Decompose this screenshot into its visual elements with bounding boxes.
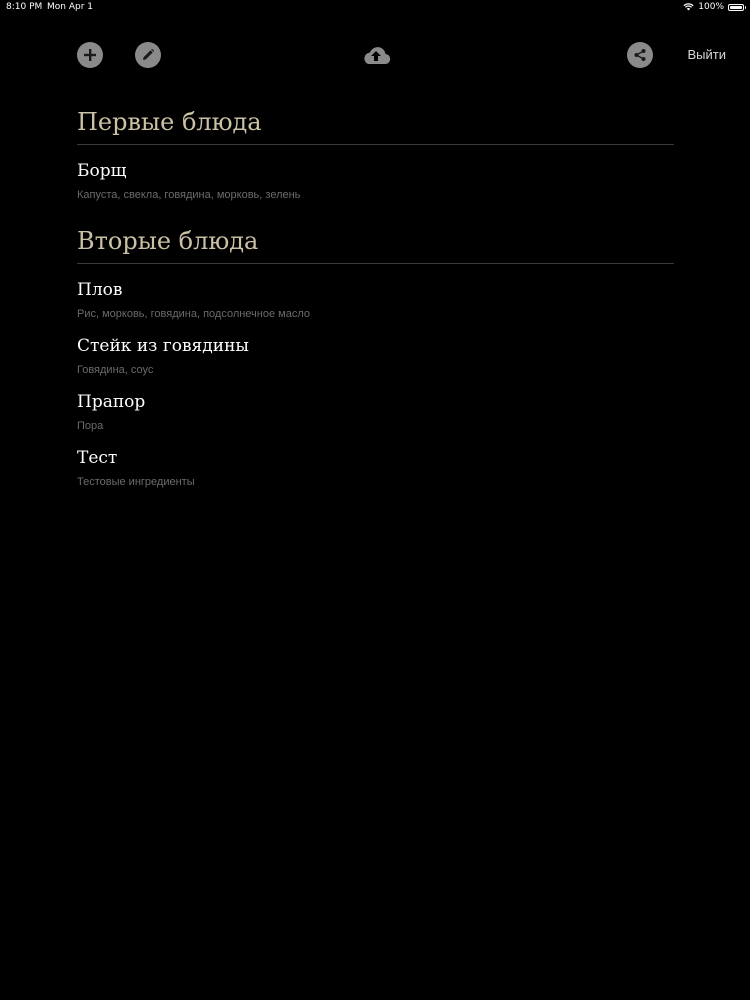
edit-icon [143, 48, 155, 60]
upload-button[interactable] [360, 42, 392, 68]
dish-name: Прапор [77, 392, 146, 412]
dish-ingredients: Пора [77, 420, 104, 432]
share-button[interactable] [627, 42, 653, 68]
share-icon [634, 49, 646, 61]
dish-ingredients: Говядина, соус [77, 364, 154, 376]
dish-item[interactable]: Стейк из говядины Говядина, соус [77, 336, 674, 376]
dish-name: Плов [77, 280, 123, 300]
dish-item[interactable]: Тест Тестовые ингредиенты [77, 448, 674, 488]
section-first-courses: Первые блюда Борщ Капуста, свекла, говяд… [77, 108, 674, 201]
dish-name: Борщ [77, 161, 127, 181]
cloud-upload-icon [364, 47, 391, 65]
edit-button[interactable] [135, 42, 161, 68]
section-second-courses: Вторые блюда Плов Рис, морковь, говядина… [77, 227, 674, 488]
status-date: Mon Apr 1 [47, 2, 93, 12]
status-right: 100% [683, 2, 746, 12]
dish-ingredients: Рис, морковь, говядина, подсолнечное мас… [77, 308, 310, 320]
dish-item[interactable]: Прапор Пора [77, 392, 674, 432]
add-icon [84, 49, 96, 61]
battery-percent: 100% [698, 2, 724, 12]
battery-icon [728, 3, 746, 11]
battery-fill [730, 5, 742, 9]
status-bar: 8:10 PM Mon Apr 1 100% [0, 0, 750, 16]
dish-name: Тест [77, 448, 118, 468]
dish-ingredients: Капуста, свекла, говядина, морковь, зеле… [77, 189, 301, 201]
section-title: Вторые блюда [77, 227, 674, 264]
section-title: Первые блюда [77, 108, 674, 145]
dish-item[interactable]: Борщ Капуста, свекла, говядина, морковь,… [77, 161, 674, 201]
dish-item[interactable]: Плов Рис, морковь, говядина, подсолнечно… [77, 280, 674, 320]
add-button[interactable] [77, 42, 103, 68]
menu-list: Первые блюда Борщ Капуста, свекла, говяд… [77, 108, 674, 514]
dish-ingredients: Тестовые ингредиенты [77, 476, 195, 488]
status-time: 8:10 PM [6, 2, 43, 12]
dish-name: Стейк из говядины [77, 336, 249, 356]
wifi-icon [683, 3, 694, 11]
logout-button[interactable]: Выйти [688, 47, 727, 62]
